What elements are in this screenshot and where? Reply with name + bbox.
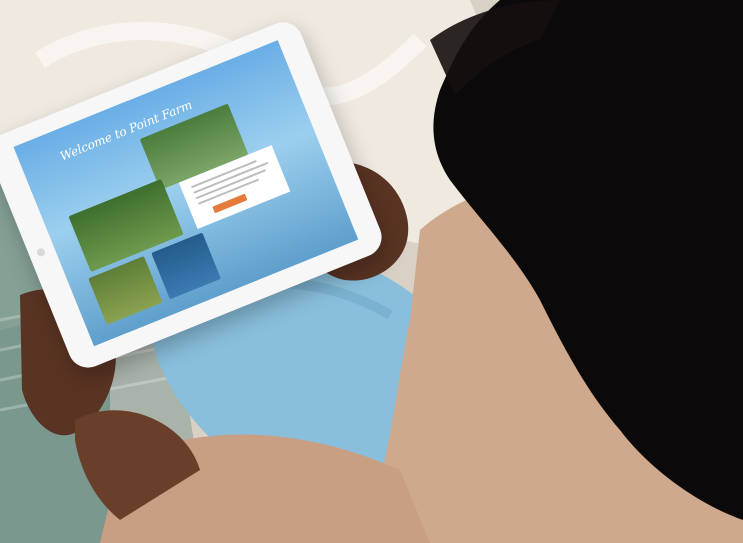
photo-scene: Welcome to Point Farm (0, 0, 743, 543)
text-line (195, 169, 266, 200)
